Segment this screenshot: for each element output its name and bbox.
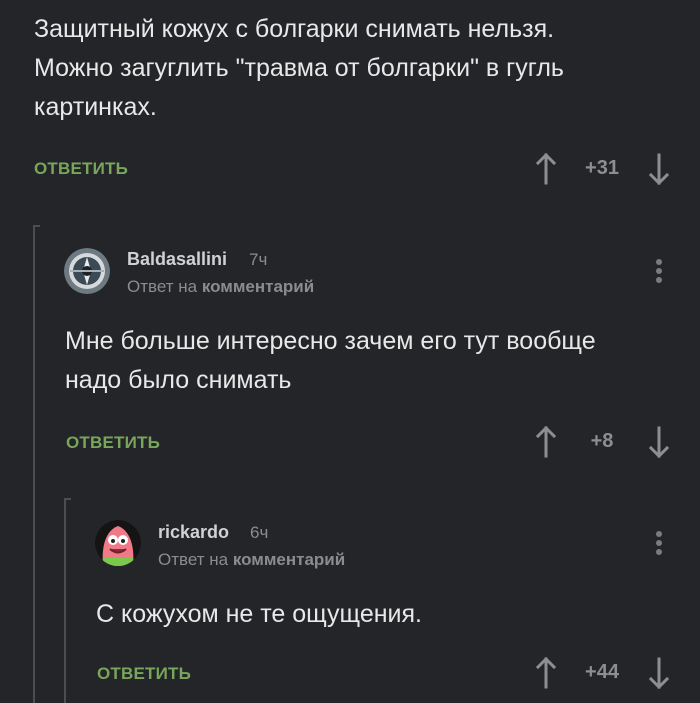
thread-tick [64,498,71,500]
reply-to: Ответ на комментарий [127,277,314,297]
comment-text: Мне больше интересно зачем его тут вообщ… [65,322,685,400]
thread-line[interactable] [33,225,35,703]
comment-author[interactable]: Baldasallini [127,249,227,270]
comment-text: С кожухом не те ощущения. [96,595,676,634]
vote-control: +8 [535,425,675,459]
reply-to-prefix: Ответ на [127,277,198,296]
downvote-arrow-icon[interactable] [648,425,670,459]
comment-line: Можно загуглить "травма от болгарки" в г… [34,54,564,82]
reply-to-prefix: Ответ на [158,550,229,569]
reply-to-link[interactable]: комментарий [202,277,314,296]
avatar[interactable] [95,520,141,566]
comment-line: С кожухом не те ощущения. [96,600,422,628]
more-dots-icon[interactable] [654,259,664,289]
vote-score: +44 [585,661,619,683]
comment-text: Защитный кожух с болгарки снимать нельзя… [34,10,674,127]
vote-control: +31 [535,152,675,186]
comment-author[interactable]: rickardo [158,522,229,543]
thread-tick [33,225,40,227]
comment-time: 6ч [250,523,269,542]
downvote-arrow-icon[interactable] [648,656,670,690]
avatar[interactable] [64,248,110,294]
reply-button[interactable]: ответить [66,433,160,453]
upvote-arrow-icon[interactable] [535,425,557,459]
comment-line: картинках. [34,93,157,121]
downvote-arrow-icon[interactable] [648,152,670,186]
more-dots-icon[interactable] [654,531,664,561]
upvote-arrow-icon[interactable] [535,152,557,186]
comment-line: Защитный кожух с болгарки снимать нельзя… [34,15,555,43]
reply-to-link[interactable]: комментарий [233,550,345,569]
vote-score: +31 [585,157,619,179]
vote-score: +8 [590,430,614,452]
reply-button[interactable]: ответить [97,664,191,684]
comment-time: 7ч [249,250,268,269]
thread-line[interactable] [64,498,66,703]
upvote-arrow-icon[interactable] [535,656,557,690]
comment-line: надо было снимать [65,366,292,394]
comment-line: Мне больше интересно зачем его тут вообщ… [65,327,596,355]
comment-thread: Защитный кожух с болгарки снимать нельзя… [0,0,700,703]
reply-button[interactable]: ответить [34,159,128,179]
vote-control: +44 [535,656,675,690]
reply-to: Ответ на комментарий [158,550,345,570]
